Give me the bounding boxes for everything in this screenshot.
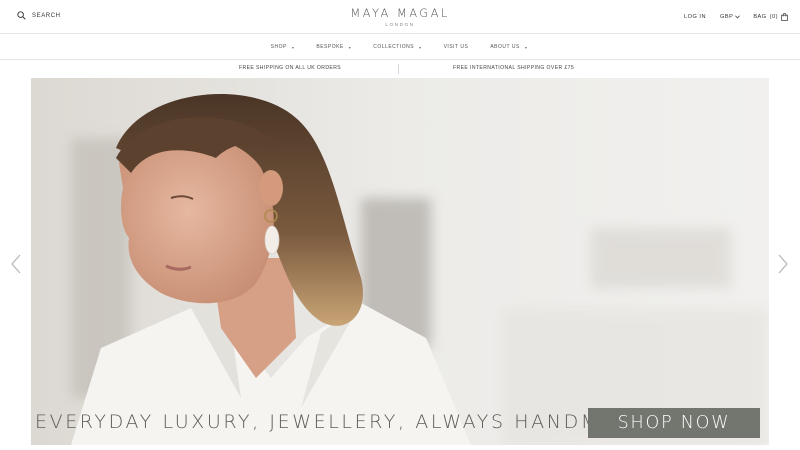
nav-item-label: BESPOKE (316, 44, 344, 50)
site-logo[interactable]: MAYA MAGAL LONDON (0, 6, 800, 27)
bag-icon (781, 13, 788, 21)
main-nav: SHOP ▾ BESPOKE ▾ COLLECTIONS ▾ VISIT US … (0, 35, 800, 60)
hero-image (31, 78, 769, 445)
shop-now-button[interactable]: SHOP NOW (588, 408, 760, 438)
currency-label: GBP (720, 14, 734, 20)
nav-item-visit-us[interactable]: VISIT US (444, 44, 469, 50)
nav-item-shop[interactable]: SHOP ▾ (271, 44, 295, 50)
nav-item-label: COLLECTIONS (373, 44, 415, 50)
hero-slide (31, 78, 769, 445)
login-link[interactable]: LOG IN (684, 14, 706, 20)
nav-item-label: VISIT US (443, 44, 469, 50)
header-actions: LOG IN GBP BAG (0) (684, 13, 788, 21)
bag-link[interactable]: BAG (0) (753, 13, 788, 21)
nav-item-bespoke[interactable]: BESPOKE ▾ (316, 44, 351, 50)
bag-label: BAG (753, 14, 767, 20)
nav-item-label: ABOUT US (490, 44, 520, 50)
logo-wordmark: MAYA MAGAL (350, 6, 450, 20)
caret-down-icon: ▾ (524, 44, 528, 50)
currency-selector[interactable]: GBP (720, 14, 741, 20)
nav-item-label: SHOP (270, 44, 287, 50)
nav-item-about-us[interactable]: ABOUT US ▾ (490, 44, 527, 50)
caret-down-icon: ▾ (348, 44, 352, 50)
promo-divider (398, 64, 399, 74)
site-header: SEARCH MAYA MAGAL LONDON LOG IN GBP BAG … (0, 0, 800, 34)
chevron-right-icon[interactable] (777, 254, 789, 274)
caret-down-icon: ▾ (419, 44, 422, 50)
nav-item-collections[interactable]: COLLECTIONS ▾ (373, 44, 421, 50)
chevron-down-icon (735, 15, 741, 19)
caret-down-icon: ▾ (291, 44, 295, 50)
promo-uk-shipping: FREE SHIPPING ON ALL UK ORDERS (239, 65, 342, 71)
logo-subtitle: LONDON (385, 22, 415, 27)
promo-international-shipping: FREE INTERNATIONAL SHIPPING OVER £75 (453, 65, 575, 71)
chevron-left-icon[interactable] (10, 254, 22, 274)
promo-strip: FREE SHIPPING ON ALL UK ORDERS FREE INTE… (0, 61, 800, 77)
bag-count: (0) (769, 14, 778, 20)
hero-tagline: EVERYDAY LUXURY, JEWELLERY, ALWAYS HANDM… (35, 411, 656, 433)
